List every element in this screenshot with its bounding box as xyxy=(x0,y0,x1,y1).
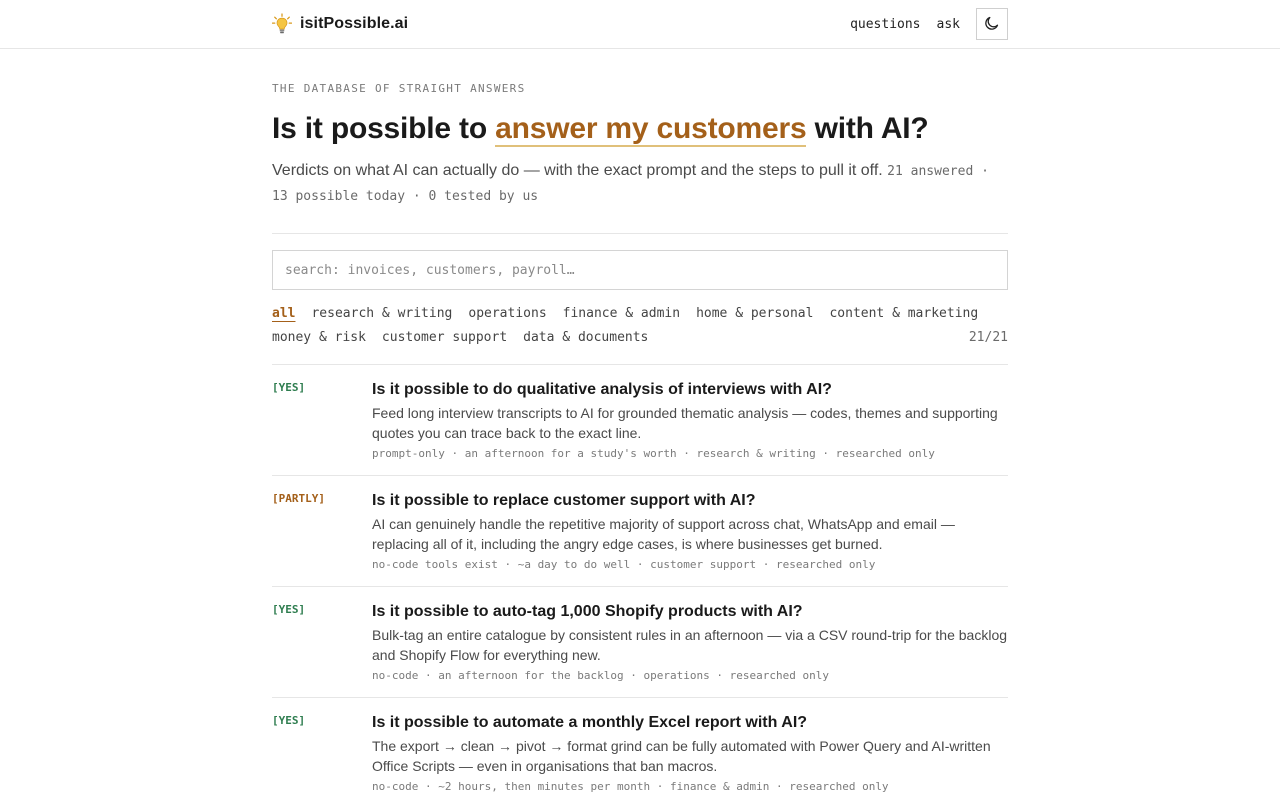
question-title[interactable]: Is it possible to automate a monthly Exc… xyxy=(372,712,1008,734)
question-description: AI can genuinely handle the repetitive m… xyxy=(372,516,955,552)
headline-highlight[interactable]: answer my customers xyxy=(495,112,807,147)
lightbulb-icon xyxy=(272,12,292,36)
question-row[interactable]: [PARTLY] Is it possible to replace custo… xyxy=(272,476,1008,587)
filter-row-1: all research & writing operations financ… xyxy=(272,302,1008,326)
filter-money-risk[interactable]: money & risk xyxy=(272,326,366,350)
nav-ask[interactable]: ask xyxy=(937,17,960,32)
brand-link[interactable]: isitPossible.ai xyxy=(272,12,408,36)
question-description: Feed long interview transcripts to AI fo… xyxy=(372,405,998,441)
verdict-badge: [YES] xyxy=(272,381,306,394)
moon-icon xyxy=(984,15,1000,34)
filter-operations[interactable]: operations xyxy=(468,302,546,326)
question-title[interactable]: Is it possible to replace customer suppo… xyxy=(372,490,1008,512)
question-row[interactable]: [YES] Is it possible to auto-tag 1,000 S… xyxy=(272,587,1008,698)
filter-all[interactable]: all xyxy=(272,302,295,326)
verdict-badge: [YES] xyxy=(272,603,306,616)
question-title[interactable]: Is it possible to do qualitative analysi… xyxy=(372,379,1008,401)
search-box[interactable] xyxy=(272,250,1008,290)
main-content: THE DATABASE OF STRAIGHT ANSWERS Is it p… xyxy=(272,82,1008,800)
question-meta: no-code · an afternoon for the backlog ·… xyxy=(372,669,829,682)
question-title[interactable]: Is it possible to auto-tag 1,000 Shopify… xyxy=(372,601,1008,623)
question-content: Is it possible to automate a monthly Exc… xyxy=(372,712,1008,795)
filter-finance-admin[interactable]: finance & admin xyxy=(563,302,680,326)
question-content: Is it possible to replace customer suppo… xyxy=(372,490,1008,573)
divider xyxy=(272,233,1008,234)
filter-research-writing[interactable]: research & writing xyxy=(311,302,452,326)
question-row[interactable]: [YES] Is it possible to automate a month… xyxy=(272,698,1008,800)
main-nav: questions ask xyxy=(834,8,1008,40)
question-description: The export → clean → pivot → format grin… xyxy=(372,738,991,774)
filter-data-documents[interactable]: data & documents xyxy=(523,326,648,350)
question-list: [YES] Is it possible to do qualitative a… xyxy=(272,364,1008,800)
question-meta: no-code · ~2 hours, then minutes per mon… xyxy=(372,780,889,793)
nav-questions[interactable]: questions xyxy=(850,17,920,32)
filter-content-marketing[interactable]: content & marketing xyxy=(829,302,978,326)
top-bar-inner: isitPossible.ai questions ask xyxy=(272,0,1008,48)
top-bar: isitPossible.ai questions ask xyxy=(0,0,1280,49)
filter-row-2: money & risk customer support data & doc… xyxy=(272,326,1008,350)
subheading: Verdicts on what AI can actually do — wi… xyxy=(272,159,1008,209)
subheading-text: Verdicts on what AI can actually do — wi… xyxy=(272,162,883,179)
question-meta: no-code tools exist · ~a day to do well … xyxy=(372,558,876,571)
question-description: Bulk-tag an entire catalogue by consiste… xyxy=(372,627,1008,663)
result-count: 21/21 xyxy=(968,330,1008,345)
question-row[interactable]: [YES] Is it possible to do qualitative a… xyxy=(272,365,1008,476)
headline-suffix: with AI? xyxy=(814,112,929,145)
headline-prefix: Is it possible to xyxy=(272,112,487,145)
filter-customer-support[interactable]: customer support xyxy=(382,326,507,350)
question-content: Is it possible to auto-tag 1,000 Shopify… xyxy=(372,601,1008,684)
page-title: Is it possible to answer my customers wi… xyxy=(272,109,1008,149)
question-content: Is it possible to do qualitative analysi… xyxy=(372,379,1008,462)
filter-home-personal[interactable]: home & personal xyxy=(696,302,813,326)
verdict-badge: [PARTLY] xyxy=(272,492,325,505)
brand-name: isitPossible.ai xyxy=(300,15,409,32)
verdict-badge: [YES] xyxy=(272,714,306,727)
eyebrow-label: THE DATABASE OF STRAIGHT ANSWERS xyxy=(272,82,526,95)
category-filters: all research & writing operations financ… xyxy=(272,302,1008,350)
theme-toggle-button[interactable] xyxy=(976,8,1008,40)
search-input[interactable] xyxy=(285,262,995,278)
question-meta: prompt-only · an afternoon for a study's… xyxy=(372,447,935,460)
